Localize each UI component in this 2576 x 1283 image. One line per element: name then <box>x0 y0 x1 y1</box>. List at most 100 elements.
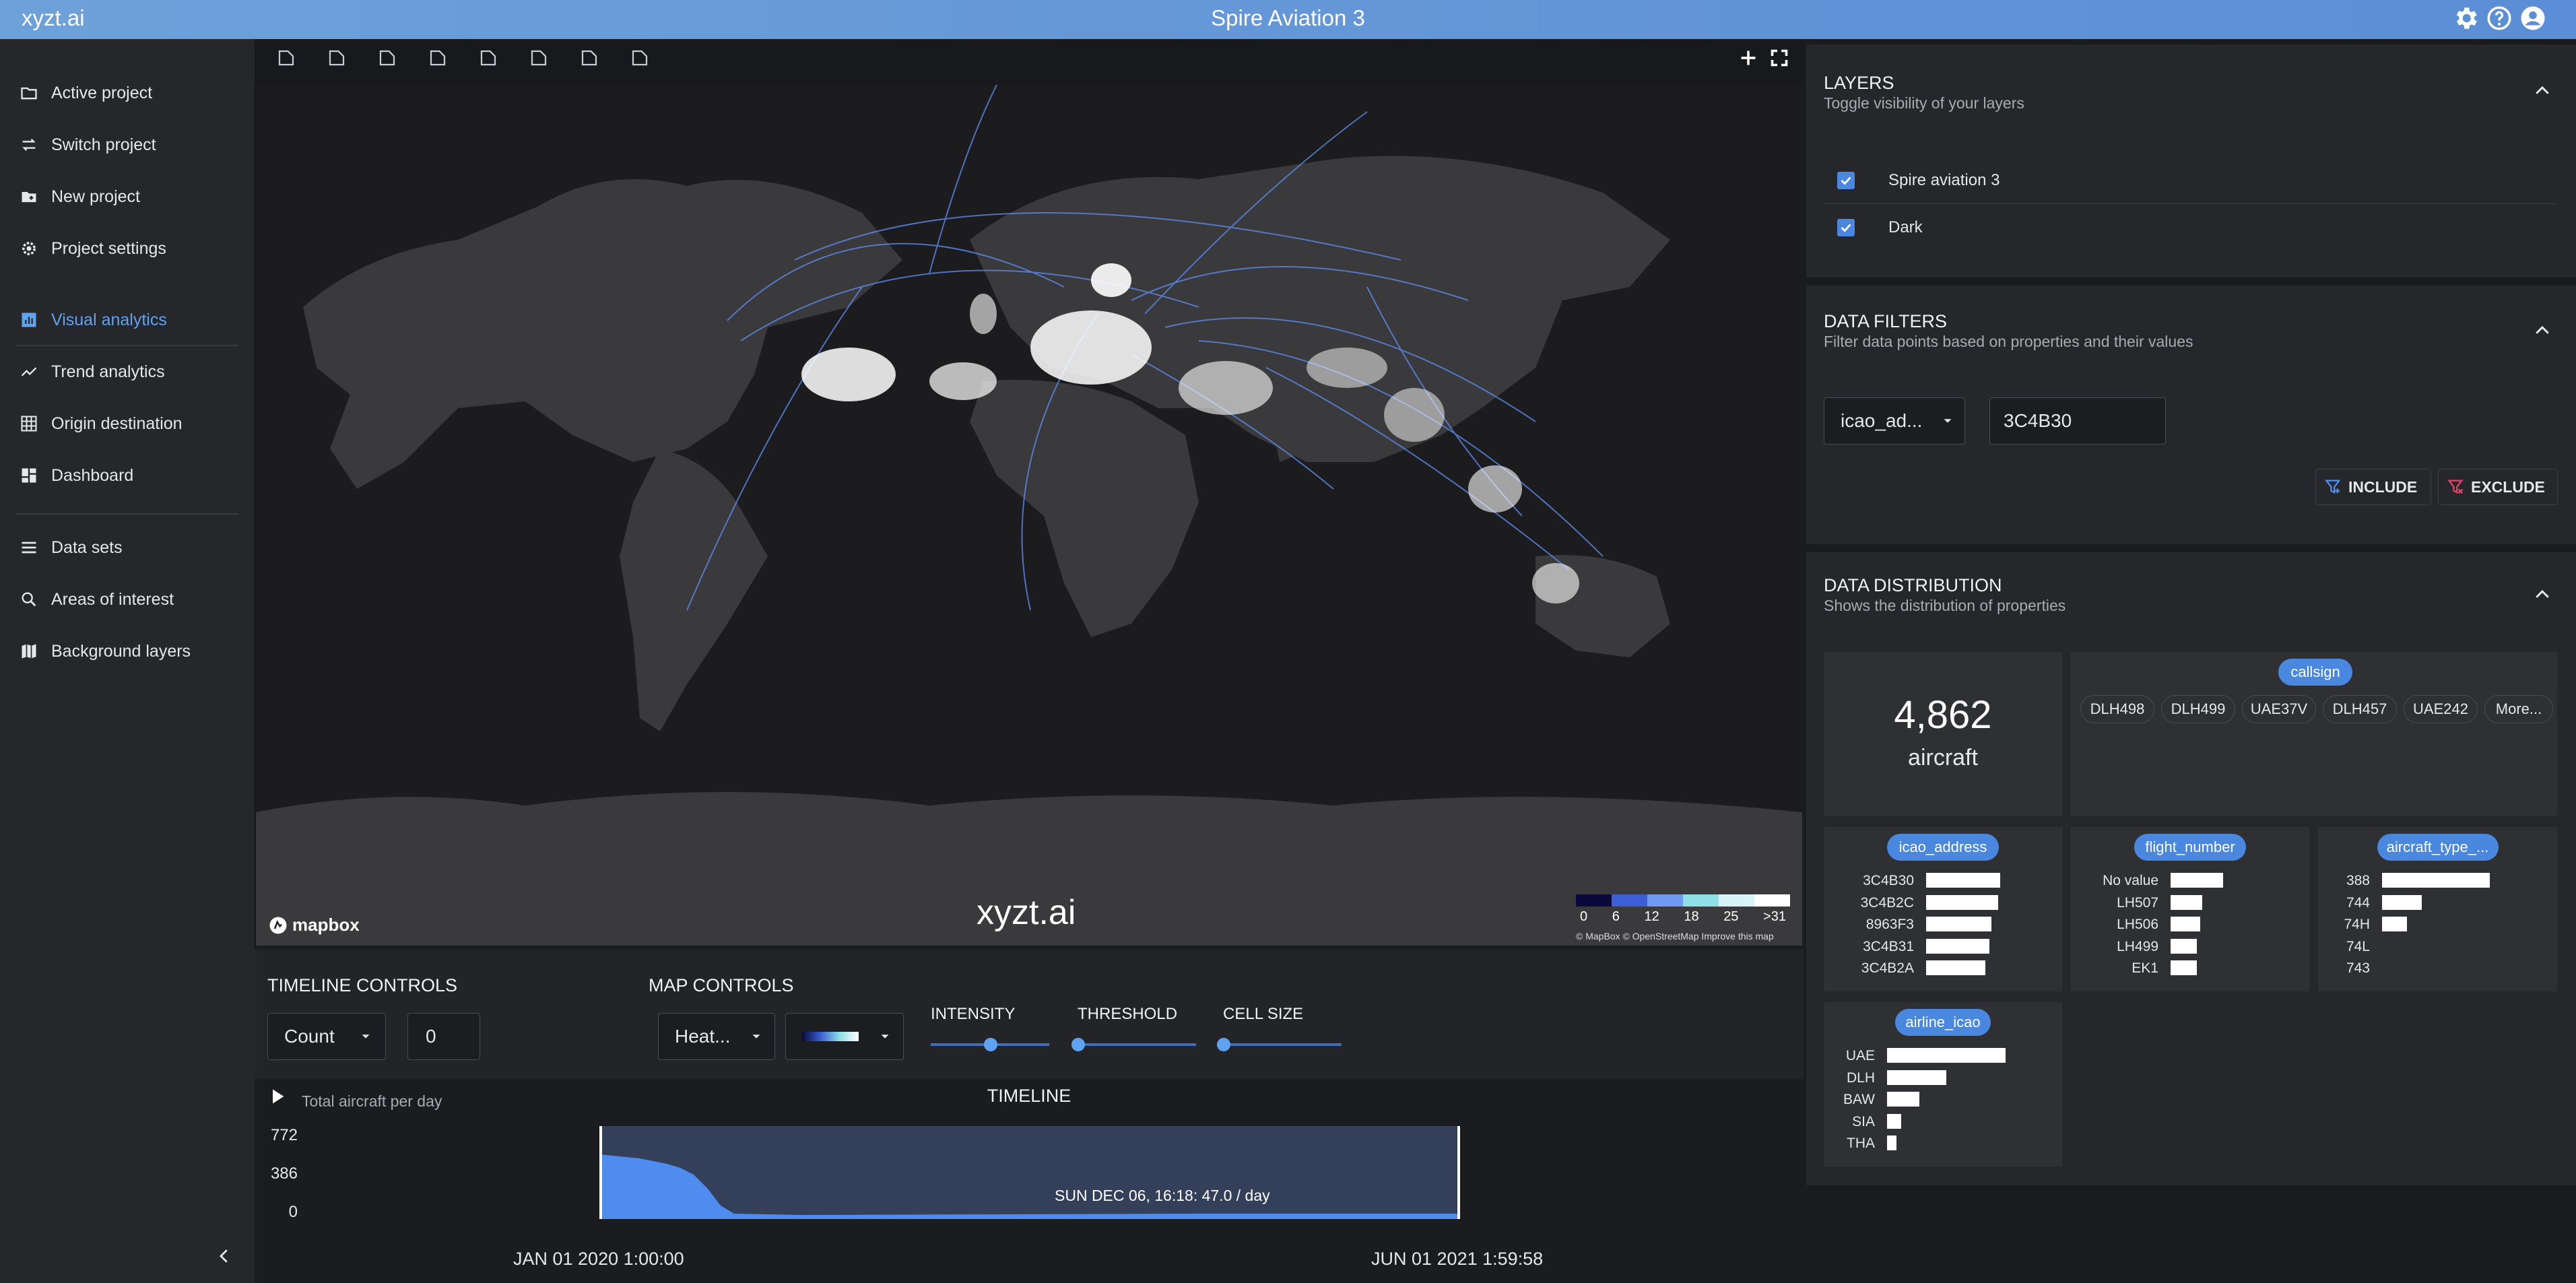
distribution-title: DATA DISTRIBUTION <box>1824 575 2002 595</box>
help-icon[interactable] <box>2485 4 2513 32</box>
sidebar-item-switch-project[interactable]: Switch project <box>0 121 255 168</box>
y-tick-bottom: 0 <box>288 1203 298 1221</box>
distribution-label: 388 <box>2346 873 2370 888</box>
map-attribution[interactable]: © MapBox © OpenStreetMap Improve this ma… <box>1576 931 1774 942</box>
layers-card <box>1806 44 2576 277</box>
layer-row[interactable]: Spire aviation 3 <box>1824 167 2556 194</box>
distribution-label: 74H <box>2344 917 2370 932</box>
distribution-bar[interactable] <box>2171 960 2197 975</box>
distribution-bar[interactable] <box>2171 873 2223 888</box>
distribution-bar[interactable] <box>2382 894 2422 910</box>
property-select[interactable]: icao_ad... <box>1824 397 1965 445</box>
account-icon[interactable] <box>2519 4 2547 32</box>
distribution-bar[interactable] <box>1887 1070 1946 1085</box>
sidebar-item-data-sets[interactable]: Data sets <box>0 524 255 571</box>
distribution-bar[interactable] <box>2382 873 2490 888</box>
collapse-layers-icon[interactable] <box>2532 81 2552 101</box>
distribution-bar[interactable] <box>2171 894 2202 910</box>
timeline-title: TIMELINE <box>987 1086 1071 1106</box>
threshold-slider[interactable] <box>1071 1038 1196 1051</box>
gear-icon[interactable] <box>2451 4 2480 32</box>
value-input[interactable]: 0 <box>407 1013 480 1060</box>
legend-swatch <box>1754 894 1790 907</box>
cell-size-slider-thumb[interactable] <box>1217 1038 1230 1051</box>
colormap-select[interactable] <box>785 1013 904 1060</box>
distribution-bar[interactable] <box>2171 917 2201 931</box>
callsign-value-chip[interactable]: DLH457 <box>2323 695 2397 723</box>
callsign-chip[interactable]: callsign <box>2278 659 2352 686</box>
sidebar-item-project-settings[interactable]: Project settings <box>0 225 255 272</box>
add-icon[interactable] <box>1736 46 1760 70</box>
legend-label: 18 <box>1684 909 1699 924</box>
pan-icon[interactable] <box>273 44 300 71</box>
distribution-label: 743 <box>2346 960 2370 976</box>
area-icon <box>19 589 39 610</box>
chevron-left-icon[interactable] <box>214 1246 234 1266</box>
distribution-bar[interactable] <box>1887 1113 1902 1129</box>
distribution-bar[interactable] <box>2171 938 2197 954</box>
sidebar-item-origin-destination[interactable]: Origin destination <box>0 400 255 447</box>
icao-address-chip[interactable]: icao_address <box>1887 834 1999 861</box>
threshold-slider-thumb[interactable] <box>1071 1038 1085 1051</box>
layer-row[interactable]: Dark <box>1824 214 2556 241</box>
distribution-bar[interactable] <box>1926 917 1991 931</box>
layer-checkbox[interactable] <box>1837 219 1855 236</box>
sidebar-item-areas-of-interest[interactable]: Areas of interest <box>0 576 255 623</box>
mapbox-logo[interactable]: mapbox <box>268 915 360 935</box>
timeline-histogram[interactable] <box>599 1126 1460 1219</box>
sidebar-item-label: Switch project <box>51 135 156 154</box>
metric-select[interactable]: Count <box>267 1013 386 1060</box>
callsign-value-chip[interactable]: More... <box>2484 695 2553 723</box>
include-button[interactable]: INCLUDE <box>2315 469 2431 505</box>
callsign-value-chip[interactable]: DLH499 <box>2161 695 2235 723</box>
collapse-distribution-icon[interactable] <box>2532 585 2552 605</box>
sidebar-item-label: Data sets <box>51 537 123 557</box>
distribution-bar[interactable] <box>1926 873 2000 888</box>
distribution-bar[interactable] <box>1926 938 1989 954</box>
sidebar-item-label: Background layers <box>51 641 191 661</box>
distribution-bar[interactable] <box>1887 1092 1919 1107</box>
sidebar-item-background-layers[interactable]: Background layers <box>0 628 255 675</box>
sidebar-item-visual-analytics[interactable]: Visual analytics <box>0 296 255 343</box>
sidebar-item-active-project[interactable]: Active project <box>0 69 255 117</box>
export-icon[interactable] <box>576 44 603 71</box>
sidebar-item-new-project[interactable]: New project <box>0 173 255 220</box>
distribution-bar[interactable] <box>2382 917 2407 931</box>
crop-icon[interactable] <box>475 44 502 71</box>
layer-divider <box>1824 203 2556 204</box>
y-tick-top: 772 <box>270 1126 298 1144</box>
select-icon[interactable] <box>323 44 350 71</box>
distribution-label: 74L <box>2346 938 2370 954</box>
callsign-value-chip[interactable]: DLH498 <box>2080 695 2154 723</box>
visualization-select[interactable]: Heat... <box>658 1013 775 1060</box>
folder-icon <box>19 83 39 103</box>
legend-label: 6 <box>1612 909 1620 924</box>
cell-size-slider[interactable] <box>1217 1038 1342 1051</box>
distribution-label: 8963F3 <box>1865 917 1914 932</box>
rotate-icon[interactable] <box>525 44 552 71</box>
pointer-icon[interactable] <box>374 44 401 71</box>
distribution-bar[interactable] <box>1887 1048 2006 1063</box>
map-canvas[interactable] <box>256 85 1802 946</box>
distribution-bar[interactable] <box>1887 1136 1897 1150</box>
intensity-slider-thumb[interactable] <box>984 1038 997 1051</box>
sidebar-item-trend-analytics[interactable]: Trend analytics <box>0 348 255 395</box>
refresh-icon[interactable] <box>626 44 653 71</box>
flight-number-chip[interactable]: flight_number <box>2134 834 2246 861</box>
y-tick-mid: 386 <box>270 1164 298 1183</box>
sidebar-item-dashboard[interactable]: Dashboard <box>0 452 255 499</box>
distribution-bar[interactable] <box>1926 960 1985 975</box>
aircraft-type-chip[interactable]: aircraft_type_... <box>2377 834 2499 861</box>
callsign-value-chip[interactable]: UAE37V <box>2242 695 2316 723</box>
polygon-icon[interactable] <box>424 44 451 71</box>
filter-value-input[interactable]: 3C4B30 <box>1989 397 2166 445</box>
intensity-slider[interactable] <box>931 1038 1049 1051</box>
callsign-value-chip[interactable]: UAE242 <box>2404 695 2478 723</box>
fullscreen-icon[interactable] <box>1767 46 1791 70</box>
collapse-filters-icon[interactable] <box>2532 321 2552 341</box>
layer-checkbox[interactable] <box>1837 172 1855 189</box>
sidebar-item-label: New project <box>51 187 140 206</box>
airline-icao-chip[interactable]: airline_icao <box>1895 1009 1991 1036</box>
exclude-button[interactable]: EXCLUDE <box>2438 469 2558 505</box>
distribution-bar[interactable] <box>1926 894 1998 910</box>
